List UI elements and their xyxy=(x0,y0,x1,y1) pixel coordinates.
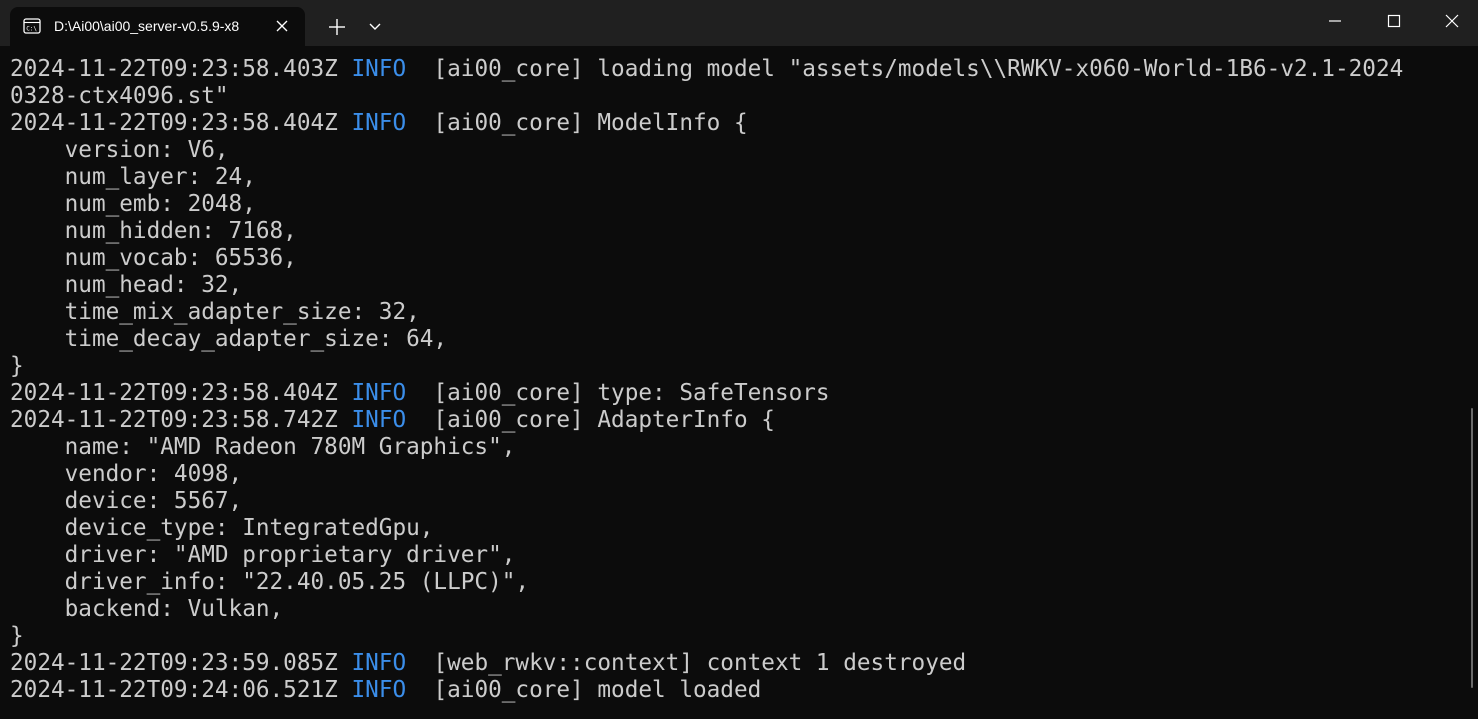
log-text: backend: Vulkan, xyxy=(10,596,284,622)
console-line: num_layer: 24, xyxy=(10,164,1460,191)
log-level: INFO xyxy=(351,650,407,676)
log-text: num_emb: 2048, xyxy=(10,191,256,217)
log-level: INFO xyxy=(351,407,407,433)
console-line: 2024-11-22T09:23:58.404Z INFO [ai00_core… xyxy=(10,110,1460,137)
maximize-button[interactable] xyxy=(1365,0,1423,42)
console-line: 2024-11-22T09:24:06.521Z INFO [ai00_core… xyxy=(10,677,1460,704)
console-line: version: V6, xyxy=(10,137,1460,164)
console-line: 0328-ctx4096.st" xyxy=(10,83,1460,110)
console-line: num_emb: 2048, xyxy=(10,191,1460,218)
log-timestamp: 2024-11-22T09:23:59.085Z xyxy=(10,650,338,676)
console-output[interactable]: 2024-11-22T09:23:58.403Z INFO [ai00_core… xyxy=(10,56,1460,704)
log-text: name: "AMD Radeon 780M Graphics", xyxy=(10,434,516,460)
log-text: driver_info: "22.40.05.25 (LLPC)", xyxy=(10,569,530,595)
log-level: INFO xyxy=(351,380,407,406)
log-text: num_hidden: 7168, xyxy=(10,218,297,244)
log-text: num_head: 32, xyxy=(10,272,243,298)
close-icon[interactable] xyxy=(275,19,289,33)
tab-active[interactable]: C:\ D:\Ai00\ai00_server-v0.5.9-x8 xyxy=(10,7,305,46)
terminal-icon: C:\ xyxy=(23,17,41,35)
console-line: 2024-11-22T09:23:58.742Z INFO [ai00_core… xyxy=(10,407,1460,434)
close-button[interactable] xyxy=(1423,0,1478,42)
console-line: 2024-11-22T09:23:58.404Z INFO [ai00_core… xyxy=(10,380,1460,407)
console-line: time_mix_adapter_size: 32, xyxy=(10,299,1460,326)
svg-text:C:\: C:\ xyxy=(26,26,37,33)
log-level: INFO xyxy=(351,677,407,703)
log-timestamp: 2024-11-22T09:23:58.403Z xyxy=(10,56,338,82)
console-line: 2024-11-22T09:23:59.085Z INFO [web_rwkv:… xyxy=(10,650,1460,677)
log-text: } xyxy=(10,623,24,649)
log-message: [ai00_core] loading model "assets/models… xyxy=(433,56,1404,82)
close-icon xyxy=(1445,14,1459,28)
log-message: [ai00_core] ModelInfo { xyxy=(433,110,748,136)
scrollbar[interactable] xyxy=(1471,408,1473,688)
console-line: name: "AMD Radeon 780M Graphics", xyxy=(10,434,1460,461)
tab-title: D:\Ai00\ai00_server-v0.5.9-x8 xyxy=(54,18,240,34)
log-text: vendor: 4098, xyxy=(10,461,243,487)
console-line: num_vocab: 65536, xyxy=(10,245,1460,272)
log-text: time_mix_adapter_size: 32, xyxy=(10,299,420,325)
console-line: device_type: IntegratedGpu, xyxy=(10,515,1460,542)
log-text: 0328-ctx4096.st" xyxy=(10,83,229,109)
log-text: num_layer: 24, xyxy=(10,164,256,190)
log-message: [ai00_core] AdapterInfo { xyxy=(433,407,775,433)
console-line: vendor: 4098, xyxy=(10,461,1460,488)
console-line: driver: "AMD proprietary driver", xyxy=(10,542,1460,569)
log-timestamp: 2024-11-22T09:24:06.521Z xyxy=(10,677,338,703)
title-bar[interactable]: C:\ D:\Ai00\ai00_server-v0.5.9-x8 xyxy=(0,0,1478,46)
console-line: } xyxy=(10,623,1460,650)
log-text: } xyxy=(10,353,24,379)
log-message: [ai00_core] model loaded xyxy=(433,677,762,703)
log-text: device: 5567, xyxy=(10,488,243,514)
log-text: version: V6, xyxy=(10,137,229,163)
log-message: [web_rwkv::context] context 1 destroyed xyxy=(433,650,967,676)
minimize-icon xyxy=(1329,20,1341,22)
log-level: INFO xyxy=(351,110,407,136)
console-line: num_hidden: 7168, xyxy=(10,218,1460,245)
console-line: device: 5567, xyxy=(10,488,1460,515)
log-timestamp: 2024-11-22T09:23:58.404Z xyxy=(10,110,338,136)
console-line: driver_info: "22.40.05.25 (LLPC)", xyxy=(10,569,1460,596)
log-message: [ai00_core] type: SafeTensors xyxy=(433,380,830,406)
console-line: 2024-11-22T09:23:58.403Z INFO [ai00_core… xyxy=(10,56,1460,83)
plus-icon[interactable] xyxy=(325,15,349,39)
minimize-button[interactable] xyxy=(1306,0,1364,42)
console-line: num_head: 32, xyxy=(10,272,1460,299)
log-text: device_type: IntegratedGpu, xyxy=(10,515,434,541)
log-timestamp: 2024-11-22T09:23:58.404Z xyxy=(10,380,338,406)
log-text: driver: "AMD proprietary driver", xyxy=(10,542,516,568)
console-line: } xyxy=(10,353,1460,380)
chevron-down-icon[interactable] xyxy=(364,15,386,39)
console-line: backend: Vulkan, xyxy=(10,596,1460,623)
log-timestamp: 2024-11-22T09:23:58.742Z xyxy=(10,407,338,433)
log-text: num_vocab: 65536, xyxy=(10,245,297,271)
log-text: time_decay_adapter_size: 64, xyxy=(10,326,448,352)
console-line: time_decay_adapter_size: 64, xyxy=(10,326,1460,353)
terminal-window: C:\ D:\Ai00\ai00_server-v0.5.9-x8 2024-1… xyxy=(0,0,1478,719)
log-level: INFO xyxy=(351,56,407,82)
maximize-icon xyxy=(1387,14,1401,28)
